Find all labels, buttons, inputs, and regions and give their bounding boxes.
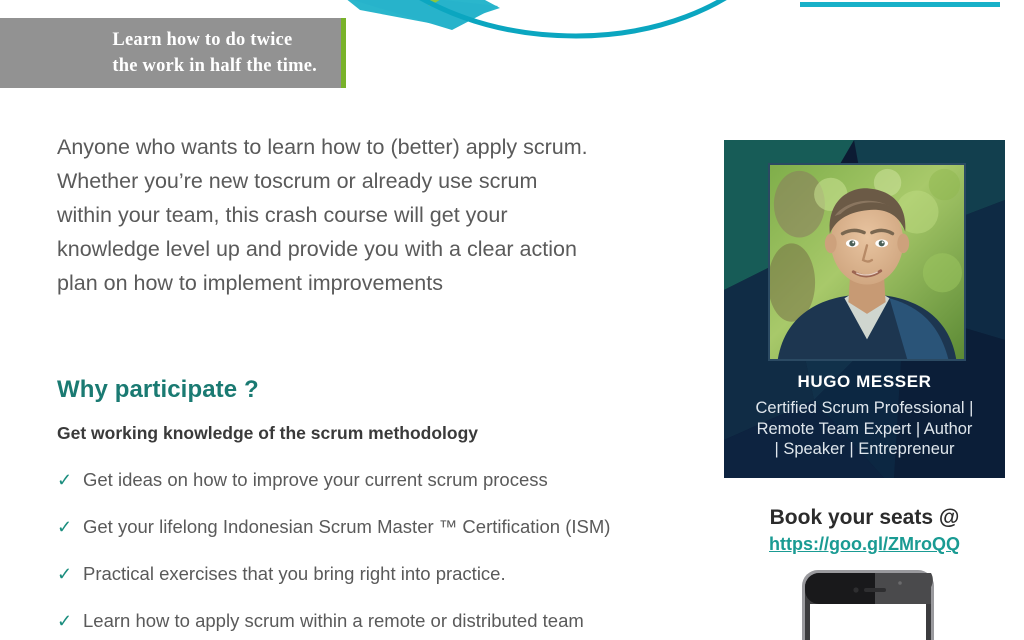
list-item: ✓ Get ideas on how to improve your curre… [57, 468, 682, 492]
flyer-page: Learn how to do twice the work in half t… [0, 0, 1024, 640]
tagline-text: Learn how to do twice the work in half t… [112, 27, 317, 80]
intro-line-5: plan on how to implement improvements [57, 271, 443, 295]
benefit-label: Get your lifelong Indonesian Scrum Maste… [83, 516, 611, 537]
checkmark-icon: ✓ [57, 470, 73, 490]
checkmark-icon: ✓ [57, 611, 73, 631]
speaker-title-line-3: | Speaker | Entrepreneur [774, 440, 955, 458]
intro-line-2: Whether you’re new toscrum or already us… [57, 169, 538, 193]
booking-heading: Book your seats @ [769, 506, 960, 529]
intro-line-3: within your team, this crash course will… [57, 203, 508, 227]
list-item: ✓ Practical exercises that you bring rig… [57, 562, 682, 586]
benefit-label: Get ideas on how to improve your current… [83, 469, 548, 490]
benefit-list: ✓ Get ideas on how to improve your curre… [57, 468, 682, 640]
tagline-line-1: Learn how to do twice [112, 29, 293, 50]
phone-mockup-icon [802, 570, 934, 640]
checkmark-icon: ✓ [57, 517, 73, 537]
why-participate-subheading: Get working knowledge of the scrum metho… [57, 423, 479, 443]
benefit-label: Learn how to apply scrum within a remote… [83, 610, 584, 631]
speaker-name: HUGO MESSER [797, 372, 932, 391]
why-participate-heading: Why participate ? [57, 376, 259, 403]
intro-paragraph: Anyone who wants to learn how to (better… [57, 130, 674, 300]
speaker-title-line-2: Remote Team Expert | Author [756, 419, 973, 438]
list-item: ✓ Get your lifelong Indonesian Scrum Mas… [57, 515, 682, 539]
booking-url-link[interactable]: https://goo.gl/ZMroQQ [724, 534, 1005, 555]
intro-line-1: Anyone who wants to learn how to (better… [57, 135, 588, 159]
speaker-title: Certified Scrum Professional | Remote Te… [734, 398, 995, 460]
speaker-title-line-1: Certified Scrum Professional | [755, 399, 974, 417]
benefit-label: Practical exercises that you bring right… [83, 563, 506, 584]
checkmark-icon: ✓ [57, 564, 73, 584]
intro-line-4: knowledge level up and provide you with … [57, 237, 577, 261]
tagline-line-2: the work in half the time. [112, 56, 317, 76]
list-item: ✓ Learn how to apply scrum within a remo… [57, 609, 682, 633]
tagline-green-accent [341, 18, 346, 88]
top-accent-bar [800, 2, 1000, 7]
speaker-photo [768, 163, 966, 361]
speaker-card: HUGO MESSER Certified Scrum Professional… [724, 140, 1005, 478]
tagline-banner: Learn how to do twice the work in half t… [0, 18, 341, 88]
speaker-portrait-image [770, 165, 964, 359]
